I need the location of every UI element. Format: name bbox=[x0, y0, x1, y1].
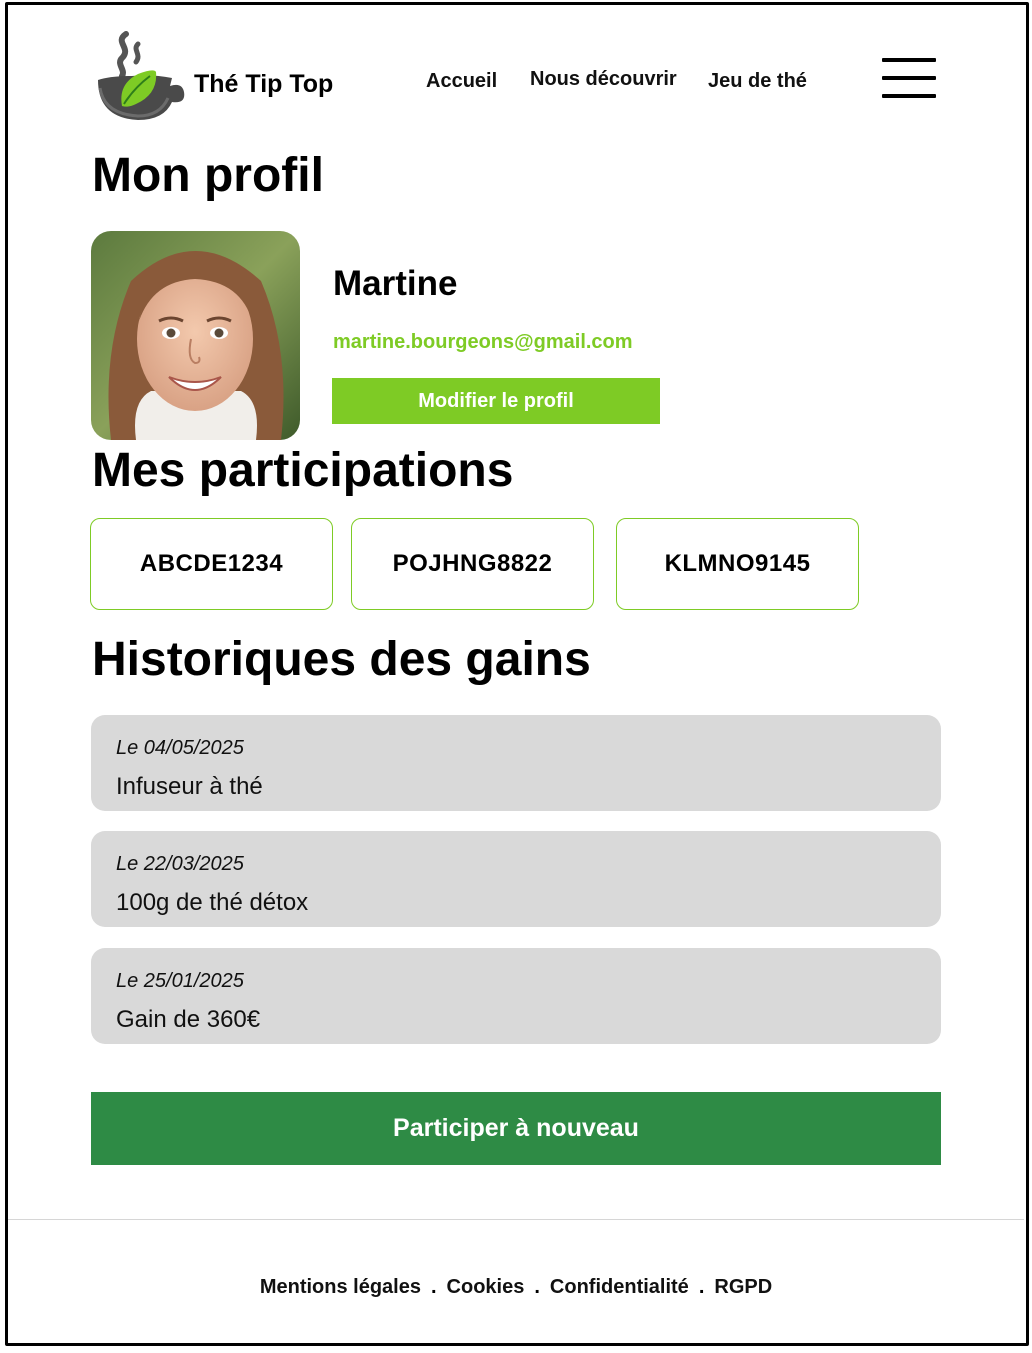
gain-date: Le 22/03/2025 bbox=[116, 853, 244, 875]
participate-again-button[interactable]: Participer à nouveau bbox=[91, 1092, 941, 1165]
hamburger-menu-icon[interactable] bbox=[882, 58, 936, 98]
footer-link-rgpd[interactable]: RGPD bbox=[714, 1276, 772, 1298]
gain-history-item: Le 04/05/2025 Infuseur à thé bbox=[91, 715, 941, 811]
participation-code-card[interactable]: ABCDE1234 bbox=[90, 518, 333, 610]
profile-email: martine.bourgeons@gmail.com bbox=[333, 331, 633, 353]
nav-jeu-de-the[interactable]: Jeu de thé bbox=[708, 70, 807, 93]
gain-date: Le 25/01/2025 bbox=[116, 970, 244, 992]
gain-label: Infuseur à thé bbox=[116, 773, 263, 800]
profile-name: Martine bbox=[333, 264, 458, 303]
brand-name[interactable]: Thé Tip Top bbox=[194, 70, 333, 99]
footer-link-mentions-legales[interactable]: Mentions légales bbox=[260, 1276, 421, 1298]
nav-nous-decouvrir[interactable]: Nous découvrir bbox=[530, 68, 677, 91]
footer-separator: . bbox=[534, 1276, 540, 1298]
footer: Mentions légales. Cookies. Confidentialité… bbox=[0, 1276, 1032, 1299]
participation-code-card[interactable]: POJHNG8822 bbox=[351, 518, 594, 610]
nav-accueil[interactable]: Accueil bbox=[426, 70, 497, 93]
page-title: Mon profil bbox=[92, 149, 324, 202]
footer-link-confidentialite[interactable]: Confidentialité bbox=[550, 1276, 689, 1298]
edit-profile-button[interactable]: Modifier le profil bbox=[332, 378, 660, 424]
avatar bbox=[91, 231, 300, 440]
footer-separator: . bbox=[430, 1276, 437, 1298]
gain-date: Le 04/05/2025 bbox=[116, 737, 244, 759]
participation-code-card[interactable]: KLMNO9145 bbox=[616, 518, 859, 610]
footer-link-cookies[interactable]: Cookies bbox=[447, 1276, 525, 1298]
gain-label: 100g de thé détox bbox=[116, 889, 309, 916]
tea-cup-logo-icon[interactable] bbox=[92, 30, 186, 126]
gain-history-item: Le 25/01/2025 Gain de 360€ bbox=[91, 948, 941, 1044]
footer-divider bbox=[8, 1219, 1024, 1220]
history-title: Historiques des gains bbox=[92, 633, 591, 686]
gain-label: Gain de 360€ bbox=[116, 1006, 261, 1033]
gain-history-item: Le 22/03/2025 100g de thé détox bbox=[91, 831, 941, 927]
participations-title: Mes participations bbox=[92, 444, 514, 497]
footer-separator: . bbox=[698, 1276, 705, 1298]
